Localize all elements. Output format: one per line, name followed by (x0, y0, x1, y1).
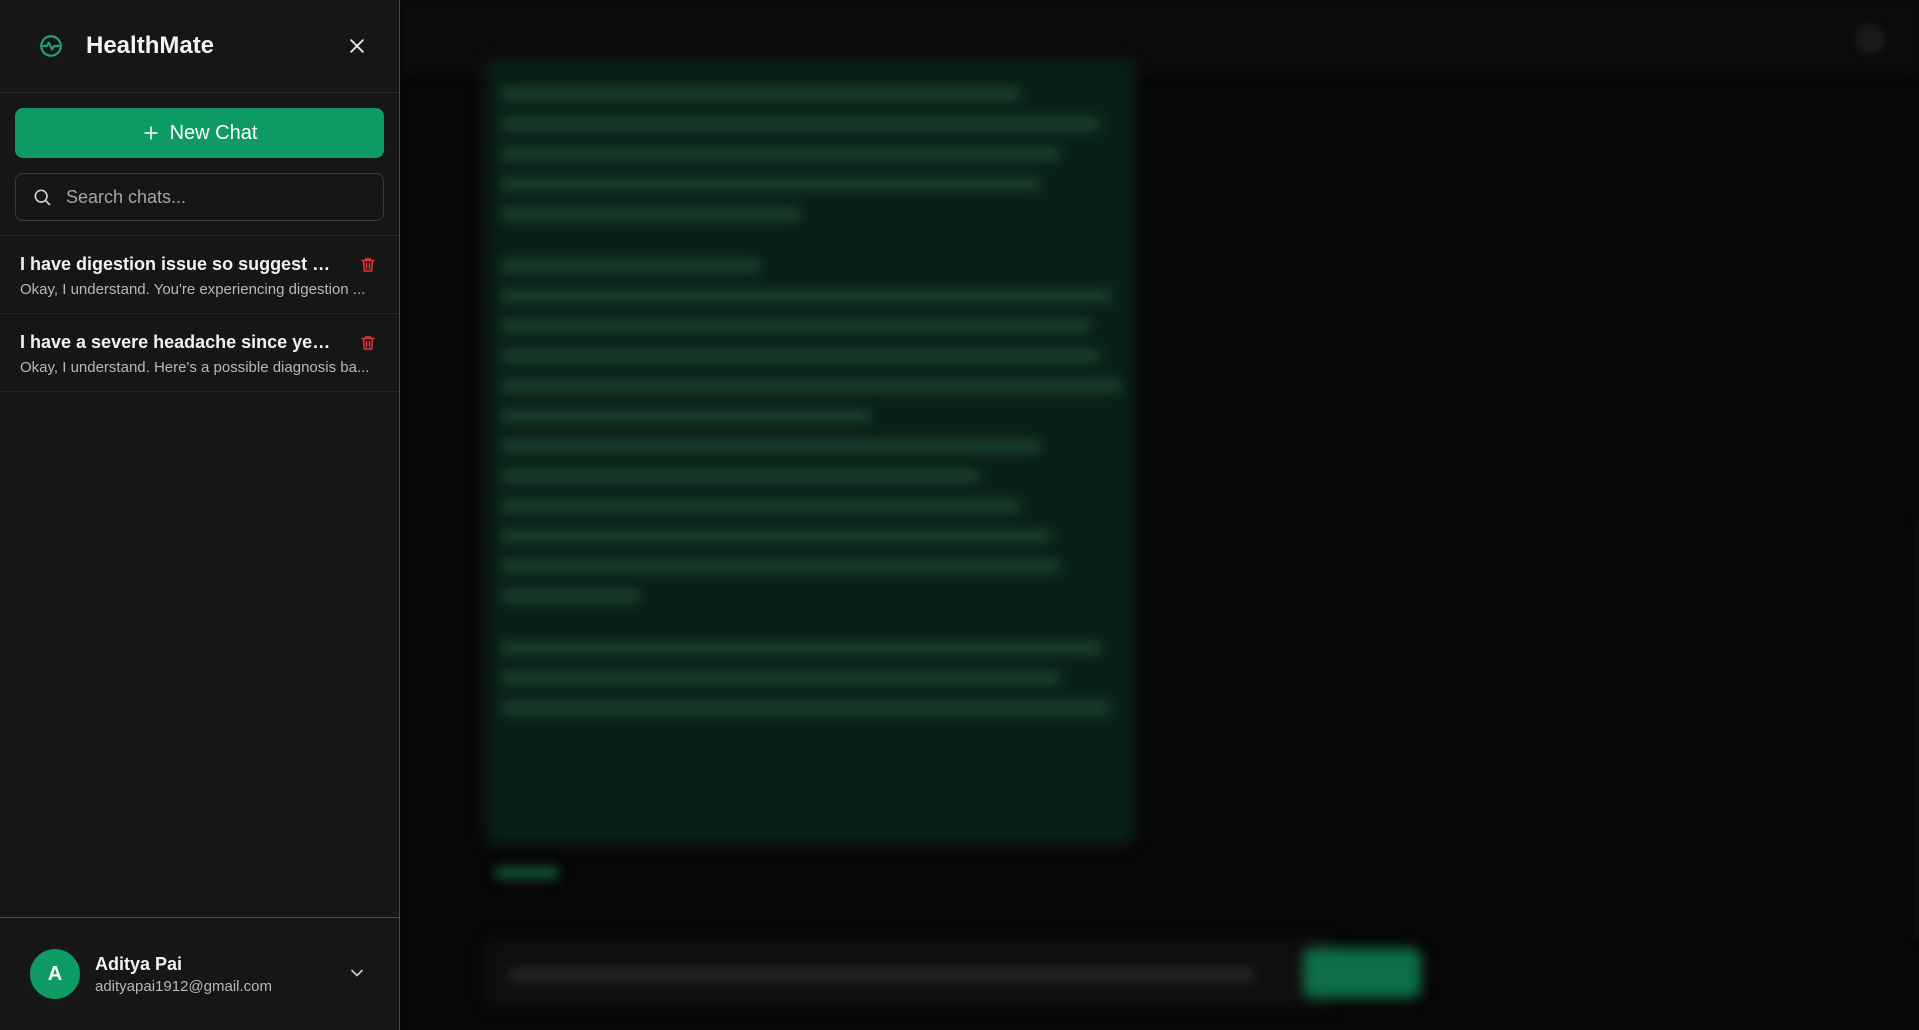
message-text-blurred (501, 88, 1121, 732)
chat-preview: Okay, I understand. You're experiencing … (20, 281, 366, 298)
chevron-down-icon[interactable] (347, 963, 369, 985)
sidebar-actions: New Chat (0, 93, 399, 236)
settings-icon (1855, 24, 1885, 54)
user-info: Aditya Pai adityapai1912@gmail.com (95, 954, 347, 995)
send-button (1303, 948, 1421, 998)
search-input[interactable] (66, 186, 366, 208)
chat-list: I have digestion issue so suggest me d..… (0, 236, 399, 917)
heart-pulse-icon (38, 32, 66, 60)
new-chat-label: New Chat (169, 121, 258, 144)
close-sidebar-button[interactable] (343, 32, 371, 60)
plus-icon (143, 126, 158, 140)
delete-chat-button[interactable] (359, 334, 377, 352)
trash-icon (361, 258, 375, 272)
search-box[interactable] (15, 173, 384, 221)
search-icon (32, 187, 52, 207)
user-profile[interactable]: A Aditya Pai adityapai1912@gmail.com (0, 917, 399, 1030)
user-email: adityapai1912@gmail.com (95, 977, 272, 995)
avatar: A (30, 949, 80, 999)
chat-title: I have a severe headache since yesterd..… (20, 332, 340, 352)
user-name: Aditya Pai (95, 953, 183, 974)
new-chat-button[interactable]: New Chat (15, 108, 384, 158)
trash-icon (361, 336, 375, 350)
chat-title: I have digestion issue so suggest me d..… (20, 254, 340, 274)
app-title: HealthMate (86, 32, 215, 59)
message-input-placeholder (509, 968, 1254, 982)
main-chat-area-blurred (401, 0, 1919, 1030)
sidebar: HealthMate New Chat Search chats... I ha… (0, 0, 400, 1030)
message-tag (495, 866, 559, 880)
delete-chat-button[interactable] (359, 256, 377, 274)
chat-item[interactable]: I have digestion issue so suggest me d..… (0, 236, 399, 314)
chat-item[interactable]: I have a severe headache since yesterd..… (0, 314, 399, 392)
scrollbar (1915, 520, 1919, 940)
chat-preview: Okay, I understand. Here's a possible di… (20, 359, 370, 376)
close-icon (350, 39, 364, 53)
sidebar-header: HealthMate (0, 0, 399, 93)
app-root: HealthMate New Chat Search chats... I ha… (0, 0, 1919, 1030)
